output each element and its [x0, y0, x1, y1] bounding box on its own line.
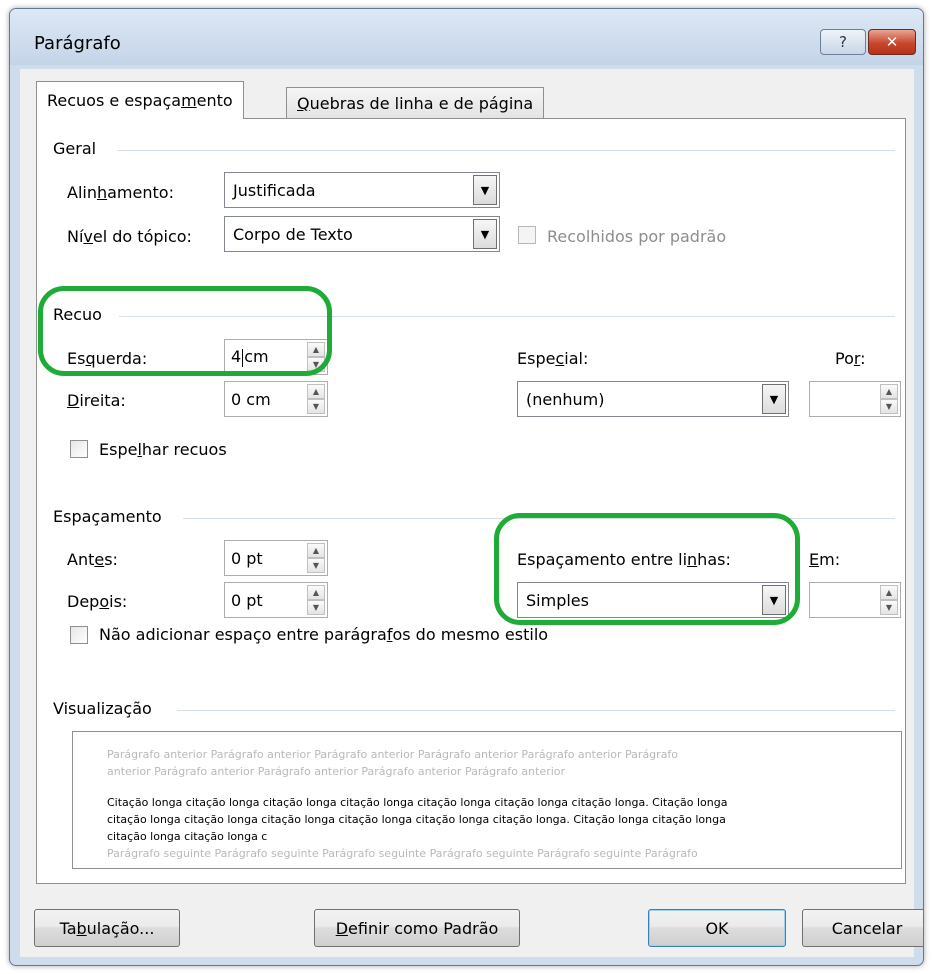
spin-down-icon[interactable]: ▼ — [307, 357, 325, 372]
definir-label: Definir como Padrão — [335, 918, 499, 938]
spin-buttons: ▲ ▼ — [307, 585, 325, 615]
spin-up-icon[interactable]: ▲ — [307, 543, 325, 558]
depois-stepper[interactable]: 0 pt ▲ ▼ — [224, 582, 328, 618]
espacamento-heading: Espaçamento — [53, 507, 162, 526]
geral-heading: Geral — [53, 139, 97, 158]
close-icon: ✕ — [885, 33, 899, 51]
geral-divider — [117, 150, 895, 151]
espacamento-entre-linhas-value: Simples — [526, 590, 589, 610]
dialog-client: Recuos e espaçamento Quebras de linha e … — [20, 69, 923, 957]
antes-value: 0 pt — [231, 548, 263, 568]
recuo-heading: Recuo — [53, 305, 102, 324]
spin-buttons: ▲ ▼ — [880, 585, 898, 615]
tabulacao-label: Tabulação... — [59, 918, 155, 938]
ok-button[interactable]: OK — [648, 909, 786, 947]
nivel-topico-label: Nível do tópico: — [67, 227, 192, 246]
spin-down-icon[interactable]: ▼ — [307, 558, 325, 573]
por-label: Por: — [835, 349, 866, 368]
spin-buttons: ▲ ▼ — [880, 384, 898, 414]
especial-select[interactable]: (nenhum) ▼ — [517, 381, 789, 417]
esquerda-value: 4 cm — [231, 347, 269, 367]
espacamento-divider — [183, 518, 895, 519]
visualizacao-divider — [177, 710, 895, 711]
espacamento-entre-linhas-label: Espaçamento entre linhas: — [517, 550, 731, 569]
spin-down-icon[interactable]: ▼ — [307, 600, 325, 615]
alinhamento-value: Justificada — [233, 180, 316, 200]
close-button[interactable]: ✕ — [868, 29, 916, 55]
help-button[interactable]: ? — [820, 29, 866, 55]
em-label: Em: — [809, 550, 841, 569]
especial-label: Especial: — [517, 349, 589, 368]
spin-down-icon[interactable]: ▼ — [880, 399, 898, 414]
tabulacao-button[interactable]: Tabulação... — [34, 909, 180, 947]
spin-up-icon[interactable]: ▲ — [880, 384, 898, 399]
recuo-divider — [119, 316, 895, 317]
depois-value: 0 pt — [231, 590, 263, 610]
esquerda-label: Esquerda: — [67, 349, 148, 368]
spin-buttons: ▲ ▼ — [307, 543, 325, 573]
paragraph-dialog: Parágrafo ? ✕ Recuos e espaçamento Quebr… — [9, 8, 924, 966]
preview-next-paragraph: Parágrafo seguinte Parágrafo seguinte Pa… — [107, 847, 698, 860]
chevron-down-icon[interactable]: ▼ — [473, 219, 497, 249]
recolhidos-checkbox[interactable] — [518, 226, 536, 244]
spin-down-icon[interactable]: ▼ — [880, 600, 898, 615]
nivel-topico-value: Corpo de Texto — [233, 224, 353, 244]
preview-previous-paragraph: Parágrafo anterior Parágrafo anterior Pa… — [107, 748, 679, 778]
spin-up-icon[interactable]: ▲ — [880, 585, 898, 600]
cancelar-button[interactable]: Cancelar — [802, 909, 923, 947]
especial-value: (nenhum) — [526, 389, 605, 409]
spin-buttons: ▲ ▼ — [307, 384, 325, 414]
help-icon: ? — [839, 33, 847, 51]
tab-label: Recuos e espaçamento — [47, 91, 233, 110]
visualizacao-heading: Visualização — [53, 699, 152, 718]
tab-label: Quebras de linha e de página — [297, 94, 534, 113]
por-stepper[interactable]: ▲ ▼ — [809, 381, 901, 417]
tab-quebras-linha-pagina[interactable]: Quebras de linha e de página — [286, 87, 545, 119]
direita-stepper[interactable]: 0 cm ▲ ▼ — [224, 381, 328, 417]
alinhamento-select[interactable]: Justificada ▼ — [224, 172, 500, 208]
recolhidos-label: Recolhidos por padrão — [547, 227, 727, 246]
espelhar-recuos-checkbox[interactable] — [70, 440, 88, 458]
nao-adicionar-espaco-checkbox[interactable] — [70, 626, 88, 644]
preview-current-paragraph: Citação longa citação longa citação long… — [107, 796, 728, 843]
definir-como-padrao-button[interactable]: Definir como Padrão — [314, 909, 520, 947]
depois-label: Depois: — [67, 592, 128, 611]
direita-value: 0 cm — [231, 389, 271, 409]
chevron-down-icon[interactable]: ▼ — [762, 384, 786, 414]
alinhamento-label: Alinhamento: — [67, 183, 174, 202]
spin-buttons: ▲ ▼ — [307, 342, 325, 372]
spin-up-icon[interactable]: ▲ — [307, 384, 325, 399]
spin-up-icon[interactable]: ▲ — [307, 585, 325, 600]
spin-down-icon[interactable]: ▼ — [307, 399, 325, 414]
antes-label: Antes: — [67, 550, 118, 569]
espelhar-recuos-label: Espelhar recuos — [99, 440, 227, 459]
esquerda-stepper[interactable]: 4 cm ▲ ▼ — [224, 339, 328, 375]
antes-stepper[interactable]: 0 pt ▲ ▼ — [224, 540, 328, 576]
direita-label: Direita: — [67, 391, 126, 410]
dialog-title: Parágrafo — [34, 33, 121, 54]
tab-recuos-espacamento[interactable]: Recuos e espaçamento — [36, 81, 244, 119]
spin-up-icon[interactable]: ▲ — [307, 342, 325, 357]
chevron-down-icon[interactable]: ▼ — [762, 585, 786, 615]
chevron-down-icon[interactable]: ▼ — [473, 175, 497, 205]
nivel-topico-select[interactable]: Corpo de Texto ▼ — [224, 216, 500, 252]
em-stepper[interactable]: ▲ ▼ — [809, 582, 901, 618]
preview-box: Parágrafo anterior Parágrafo anterior Pa… — [72, 731, 902, 869]
espacamento-entre-linhas-select[interactable]: Simples ▼ — [517, 582, 789, 618]
nao-adicionar-espaco-label: Não adicionar espaço entre parágrafos do… — [99, 625, 549, 644]
